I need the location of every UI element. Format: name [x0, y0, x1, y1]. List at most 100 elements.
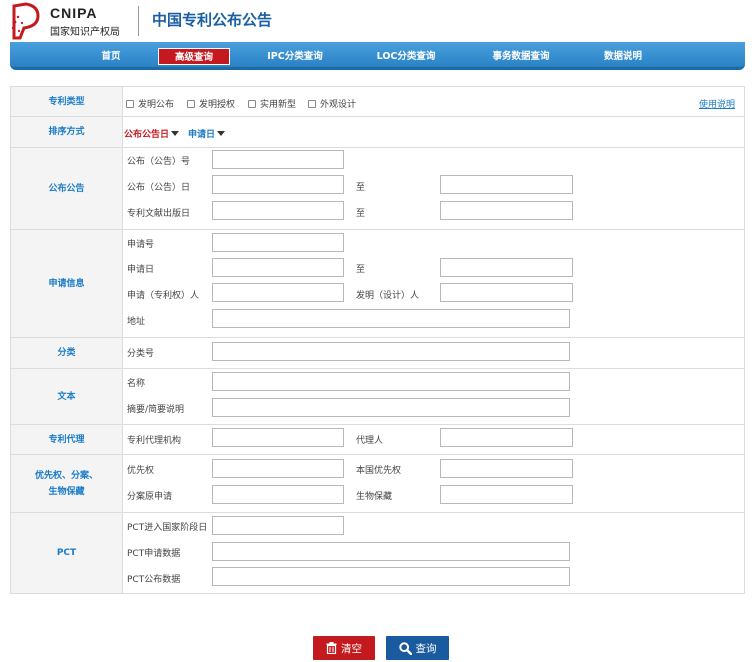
nav-item-loc-search[interactable]: LOC分类查询	[373, 48, 439, 65]
address-input[interactable]	[212, 309, 570, 328]
query-button-label: 查询	[415, 642, 437, 655]
row-sort: 排序方式 公布公告日 申请日	[11, 117, 744, 148]
checkbox-label: 实用新型	[260, 100, 297, 110]
checkbox-box[interactable]	[308, 99, 316, 108]
help-link[interactable]: 使用说明	[699, 97, 735, 110]
search-icon	[398, 641, 412, 655]
label-to: 至	[356, 265, 366, 275]
pct-publication-data-input[interactable]	[212, 567, 570, 586]
label-address: 地址	[127, 317, 146, 327]
checkbox-box[interactable]	[248, 99, 256, 108]
pct-entry-date-input[interactable]	[212, 516, 344, 535]
row-label-text: 文本	[11, 369, 123, 424]
label-inventor: 发明（设计）人	[356, 291, 420, 301]
publication-date-to-input[interactable]	[440, 175, 573, 194]
publication-date-from-input[interactable]	[212, 175, 344, 194]
label-pct-publication-data: PCT公布数据	[127, 575, 181, 585]
label-title: 名称	[127, 379, 146, 389]
checkbox-invention-grant[interactable]: 发明授权	[187, 97, 235, 110]
label-abstract: 摘要/简要说明	[127, 405, 185, 415]
inventor-input[interactable]	[440, 283, 573, 302]
publication-number-input[interactable]	[212, 150, 344, 169]
row-label-application: 申请信息	[11, 230, 123, 337]
nav-item-advanced-search[interactable]: 高级查询	[158, 48, 230, 65]
row-label-pct: PCT	[11, 513, 123, 593]
cnipa-logo[interactable]: CNIPA 国家知识产权局	[10, 2, 138, 40]
sort-label: 申请日	[188, 130, 216, 140]
label-applicant: 申请（专利权）人	[127, 291, 200, 301]
title-input[interactable]	[212, 372, 570, 391]
row-label-priority-text: 优先权、分案、 生物保藏	[34, 470, 98, 497]
site-title: 中国专利公布公告	[152, 11, 273, 29]
row-pct: PCT PCT进入国家阶段日 PCT申请数据 PCT公布数据	[11, 513, 744, 593]
bio-deposit-input[interactable]	[440, 485, 573, 504]
header: CNIPA 国家知识产权局 中国专利公布公告	[0, 0, 755, 42]
row-patent-type: 专利类型 发明公布 发明授权 实用新型 外观设计 使用说明	[11, 87, 744, 117]
label-domestic-priority: 本国优先权	[356, 466, 402, 476]
checkbox-utility-model[interactable]: 实用新型	[248, 97, 296, 110]
row-label-sort: 排序方式	[11, 117, 123, 147]
main-nav: 首页 高级查询 IPC分类查询 LOC分类查询 事务数据查询 数据说明	[10, 42, 745, 70]
clear-button[interactable]: 清空	[313, 636, 375, 660]
label-document-date: 专利文献出版日	[127, 209, 191, 219]
label-to: 至	[356, 209, 366, 219]
document-date-to-input[interactable]	[440, 201, 573, 220]
applicant-input[interactable]	[212, 283, 344, 302]
sort-by-application-date[interactable]: 申请日	[188, 127, 226, 140]
checkbox-label: 发明公布	[138, 100, 175, 110]
label-priority: 优先权	[127, 466, 155, 476]
advanced-search-form: 专利类型 发明公布 发明授权 实用新型 外观设计 使用说明 排序方式 公布公告日…	[10, 86, 745, 594]
query-button[interactable]: 查询	[386, 636, 449, 660]
application-date-to-input[interactable]	[440, 258, 573, 277]
agency-input[interactable]	[212, 428, 344, 447]
trash-icon	[326, 642, 337, 654]
label-pct-entry-date: PCT进入国家阶段日	[127, 523, 208, 533]
checkbox-label: 外观设计	[320, 100, 357, 110]
row-agency: 专利代理 专利代理机构 代理人	[11, 425, 744, 455]
label-class-number: 分类号	[127, 349, 155, 359]
logo-chinese-text: 国家知识产权局	[50, 27, 120, 38]
label-divisional: 分案原申请	[127, 492, 173, 502]
application-number-input[interactable]	[212, 233, 344, 252]
label-agency: 专利代理机构	[127, 436, 182, 446]
priority-input[interactable]	[212, 459, 344, 478]
label-to: 至	[356, 183, 366, 193]
nav-item-ipc-search[interactable]: IPC分类查询	[263, 48, 327, 65]
header-divider	[138, 6, 139, 36]
sort-down-icon	[217, 131, 226, 136]
document-date-from-input[interactable]	[212, 201, 344, 220]
pct-application-data-input[interactable]	[212, 542, 570, 561]
application-date-from-input[interactable]	[212, 258, 344, 277]
agent-input[interactable]	[440, 428, 573, 447]
logo-english-text: CNIPA	[50, 5, 98, 21]
divisional-input[interactable]	[212, 485, 344, 504]
label-publication-date: 公布（公告）日	[127, 183, 191, 193]
domestic-priority-input[interactable]	[440, 459, 573, 478]
label-application-number: 申请号	[127, 240, 155, 250]
nav-item-home[interactable]: 首页	[96, 48, 126, 65]
abstract-input[interactable]	[212, 398, 570, 417]
label-pct-application-data: PCT申请数据	[127, 549, 181, 559]
nav-item-data-description[interactable]: 数据说明	[601, 48, 645, 65]
label-publication-number: 公布（公告）号	[127, 157, 191, 167]
clear-button-label: 清空	[341, 642, 362, 655]
class-number-input[interactable]	[212, 342, 570, 361]
checkbox-box[interactable]	[187, 99, 195, 108]
label-agent: 代理人	[356, 436, 384, 446]
cnipa-emblem-icon	[11, 2, 40, 40]
checkbox-label: 发明授权	[199, 100, 236, 110]
checkbox-design[interactable]: 外观设计	[308, 97, 356, 110]
sort-label: 公布公告日	[124, 130, 170, 140]
row-classification: 分类 分类号	[11, 338, 744, 369]
row-application: 申请信息 申请号 申请日 至 申请（专利权）人 发明（设计）人 地址	[11, 230, 744, 338]
row-label-priority: 优先权、分案、 生物保藏	[11, 455, 123, 512]
sort-by-publication-date[interactable]: 公布公告日	[124, 127, 180, 140]
checkbox-invention-publication[interactable]: 发明公布	[126, 97, 174, 110]
nav-item-transaction-search[interactable]: 事务数据查询	[488, 48, 554, 65]
row-publication: 公布公告 公布（公告）号 公布（公告）日 至 专利文献出版日 至	[11, 148, 744, 230]
checkbox-box[interactable]	[126, 99, 134, 108]
sort-down-icon	[171, 131, 180, 136]
label-application-date: 申请日	[127, 265, 155, 275]
row-label-classification: 分类	[11, 338, 123, 368]
label-bio-deposit: 生物保藏	[356, 492, 393, 502]
